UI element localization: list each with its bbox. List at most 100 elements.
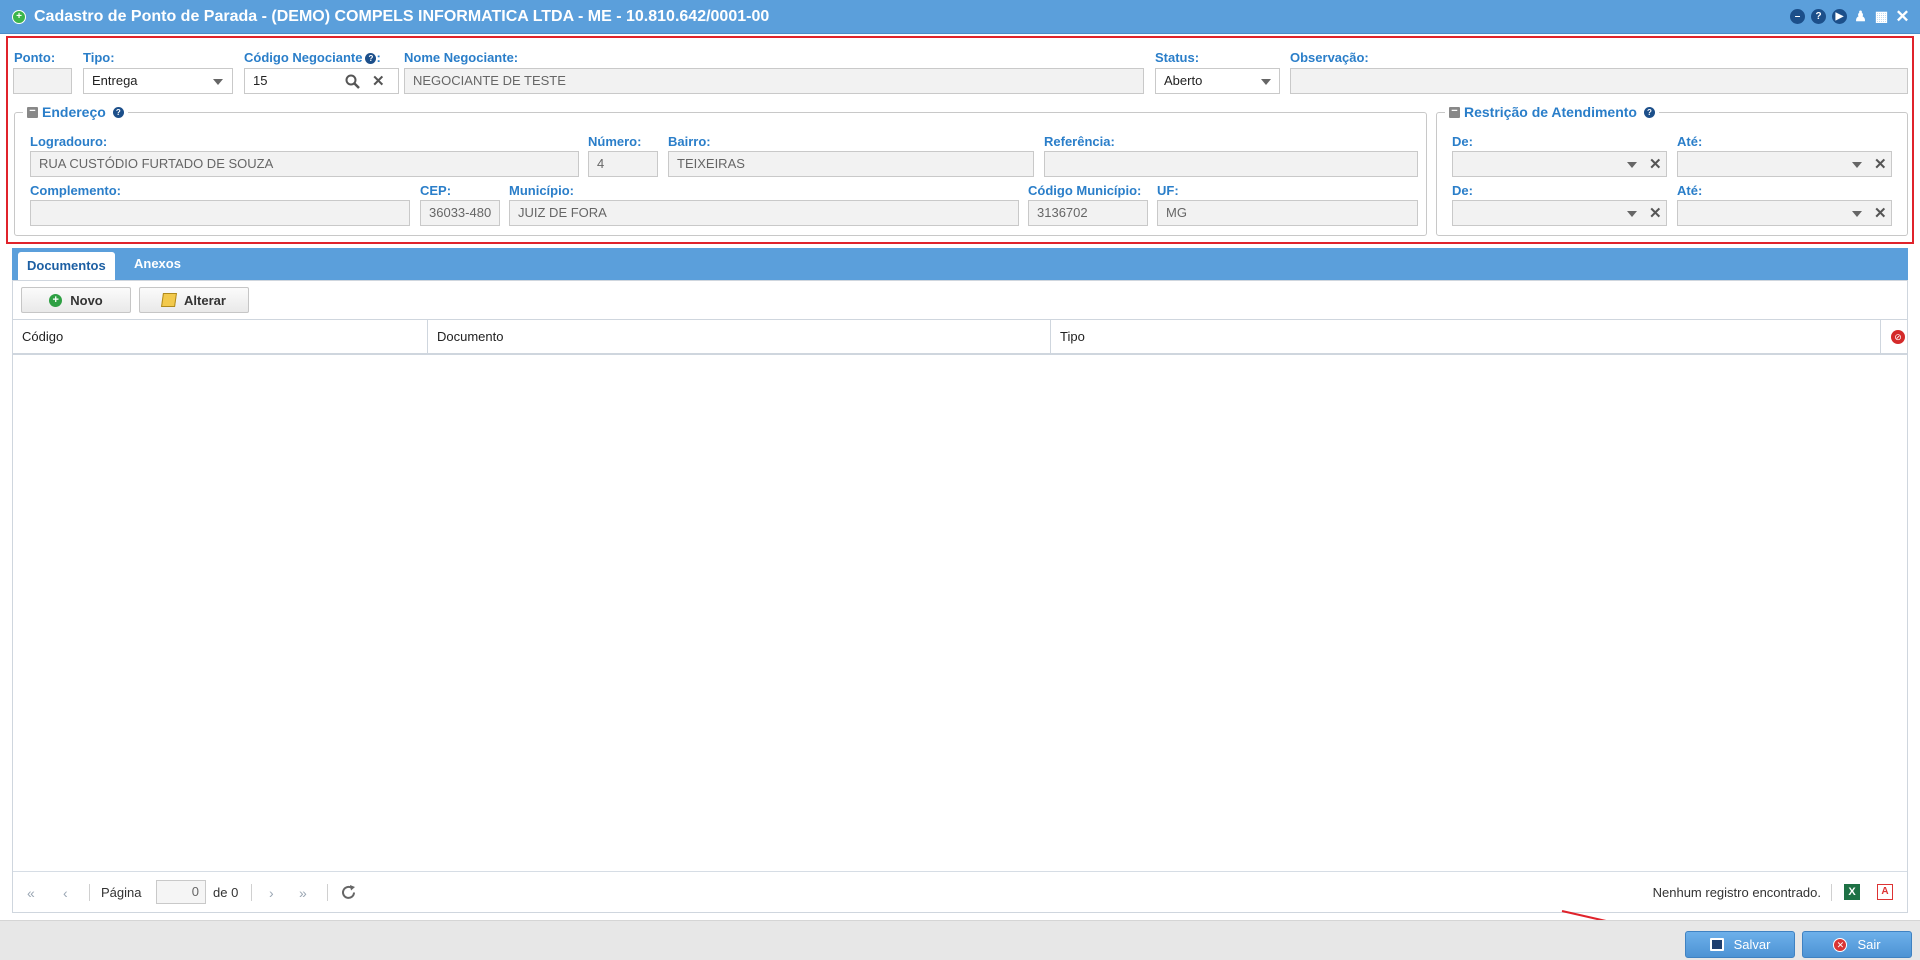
municipio-input[interactable]: JUIZ DE FORA [509,200,1019,226]
status-dropdown-icon[interactable] [1261,79,1271,85]
restricao-fieldset: − Restrição de Atendimento ? De: ✕ Até: … [1436,104,1908,236]
sair-button[interactable]: ✕ Sair [1802,931,1912,958]
pager-separator [89,884,90,901]
footer-bar: Salvar ✕ Sair [0,920,1920,960]
ponto-input[interactable] [13,68,72,94]
bairro-input[interactable]: TEIXEIRAS [668,151,1034,177]
logradouro-label: Logradouro: [30,134,108,149]
codigo-negociante-label-text: Código Negociante [244,50,363,65]
observacao-label: Observação: [1290,50,1369,65]
collapse-icon[interactable]: − [1449,105,1460,118]
clear-filter-icon[interactable]: ⊘ [1891,330,1905,344]
clear-icon[interactable]: ✕ [372,72,385,90]
complemento-input[interactable] [30,200,410,226]
ponto-label: Ponto: [14,50,56,65]
tab-bar: Documentos Anexos [12,248,1908,280]
grid-toolbar: + Novo Alterar [13,281,1907,319]
cep-input[interactable]: 36033-480 [420,200,500,226]
de-label-2: De: [1452,183,1473,198]
status-value: Aberto [1164,73,1203,88]
help-icon[interactable]: ? [1643,106,1655,118]
logradouro-input[interactable]: RUA CUSTÓDIO FURTADO DE SOUZA [30,151,579,177]
grid-body [13,355,1907,873]
pager-separator [251,884,252,901]
help-icon[interactable]: ? [365,53,377,64]
nome-negociante-label: Nome Negociante: [404,50,519,65]
codigo-negociante-value: 15 [253,73,268,88]
status-label: Status: [1155,50,1200,65]
next-page-icon[interactable]: › [269,885,274,901]
codigo-negociante-label: Código Negociante?: [244,50,381,65]
pager-separator [327,884,328,901]
last-page-icon[interactable]: » [299,885,307,901]
sair-button-label: Sair [1857,937,1881,952]
prev-page-icon[interactable]: ‹ [63,885,68,901]
calendar-icon[interactable]: ▦ [1874,9,1889,24]
ate-1-dropdown-icon[interactable] [1852,162,1862,168]
referencia-label: Referência: [1044,134,1115,149]
numero-label: Número: [588,134,642,149]
ate-label-1: Até: [1677,134,1703,149]
pager-separator [1831,884,1832,901]
salvar-button[interactable]: Salvar [1685,931,1795,958]
window-titlebar: + Cadastro de Ponto de Parada - (DEMO) C… [0,0,1920,34]
codigo-negociante-label-colon: : [376,50,381,65]
play-icon[interactable]: ▶ [1832,9,1847,24]
ate-1-clear-icon[interactable]: ✕ [1874,155,1887,173]
close-icon[interactable]: ✕ [1895,8,1910,25]
de-1-clear-icon[interactable]: ✕ [1649,155,1662,173]
column-header-codigo[interactable]: Código [13,320,428,354]
app-icon: + [12,9,26,24]
salvar-button-label: Salvar [1733,937,1771,952]
user-icon[interactable]: ♟ [1853,9,1868,24]
endereco-legend: − Endereço ? [23,104,128,120]
bairro-label: Bairro: [668,134,711,149]
endereco-legend-text: Endereço [42,104,106,120]
column-header-tipo[interactable]: Tipo [1051,320,1881,354]
tab-anexos[interactable]: Anexos [125,248,190,280]
novo-button[interactable]: + Novo [21,287,131,313]
collapse-icon[interactable]: − [27,105,38,118]
grid-header: Código Documento Tipo ⊘ [13,319,1907,355]
add-icon: + [49,293,63,307]
observacao-input[interactable] [1290,68,1908,94]
search-icon[interactable] [345,74,360,89]
form-area: Ponto: Tipo: Entrega Código Negociante?:… [6,36,1914,244]
restricao-legend-text: Restrição de Atendimento [1464,104,1637,120]
page-label: Página [101,885,142,900]
referencia-input[interactable] [1044,151,1418,177]
numero-input[interactable]: 4 [588,151,658,177]
window-title: Cadastro de Ponto de Parada - (DEMO) COM… [34,7,770,25]
window-tools: – ? ▶ ♟ ▦ ✕ [1790,8,1910,25]
tipo-select[interactable]: Entrega [83,68,233,94]
page-input[interactable]: 0 [156,880,206,904]
pager-status: Nenhum registro encontrado. [1652,885,1821,900]
first-page-icon[interactable]: « [27,885,35,901]
help-icon[interactable]: ? [112,106,124,118]
minimize-icon[interactable]: – [1790,9,1805,24]
de-1-dropdown-icon[interactable] [1627,162,1637,168]
alterar-button[interactable]: Alterar [139,287,249,313]
excel-export-icon[interactable]: X [1844,884,1860,900]
exit-icon: ✕ [1833,937,1848,952]
tab-documentos[interactable]: Documentos [18,252,115,280]
ate-2-clear-icon[interactable]: ✕ [1874,204,1887,222]
uf-input[interactable]: MG [1157,200,1418,226]
refresh-icon[interactable] [340,884,357,901]
uf-label: UF: [1157,183,1179,198]
documents-grid: + Novo Alterar Código Documento Tipo ⊘ «… [12,280,1908,913]
grid-pager: « ‹ Página 0 de 0 › » Nenhum registro en… [13,871,1907,912]
tipo-dropdown-icon[interactable] [213,79,223,85]
codigo-municipio-input[interactable]: 3136702 [1028,200,1148,226]
column-header-documento[interactable]: Documento [428,320,1051,354]
ate-label-2: Até: [1677,183,1703,198]
tipo-label: Tipo: [83,50,115,65]
pdf-export-icon[interactable]: A [1877,884,1893,900]
de-2-clear-icon[interactable]: ✕ [1649,204,1662,222]
complemento-label: Complemento: [30,183,121,198]
nome-negociante-input[interactable]: NEGOCIANTE DE TESTE [404,68,1144,94]
help-icon[interactable]: ? [1811,9,1826,24]
alterar-button-label: Alterar [184,292,226,308]
de-2-dropdown-icon[interactable] [1627,211,1637,217]
ate-2-dropdown-icon[interactable] [1852,211,1862,217]
